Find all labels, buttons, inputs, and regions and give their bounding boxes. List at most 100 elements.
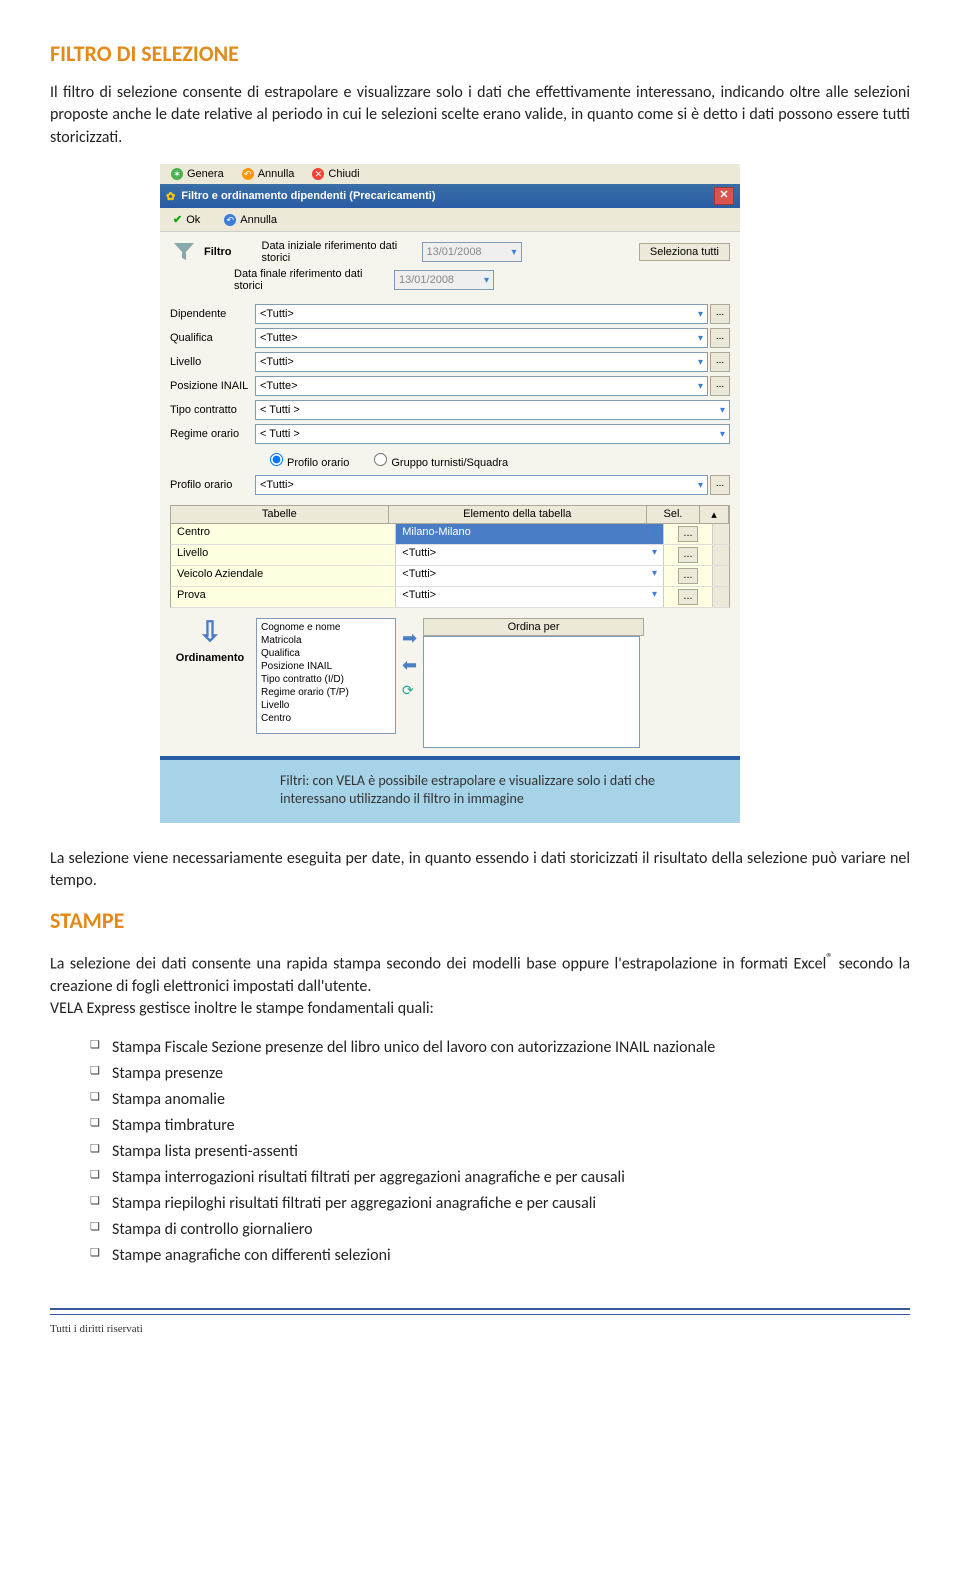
cell-scroll	[713, 587, 729, 607]
arrow-left-icon[interactable]: ➡	[402, 655, 417, 676]
table-row: CentroMilano-Milano▾...	[170, 524, 730, 545]
radio-profilo[interactable]: Profilo orario	[265, 450, 349, 469]
table-row: Livello<Tutti>▾...	[170, 545, 730, 566]
top-toolbar: ✶ Genera ↶Annulla ✕Chiudi	[160, 164, 740, 184]
chevron-down-icon: ▾	[652, 589, 657, 605]
cell-scroll	[713, 524, 729, 544]
lookup-button[interactable]: ...	[710, 304, 730, 324]
figure-caption: Filtri: con VELA è possibile estrapolare…	[160, 760, 740, 812]
undo-icon: ↶	[224, 214, 236, 226]
cell-elemento[interactable]: <Tutti>▾	[396, 587, 664, 607]
filter-row: Dipendente<Tutti>▾...	[170, 304, 730, 324]
annulla-top-button[interactable]: ↶Annulla	[235, 166, 302, 182]
filter-combo[interactable]: <Tutti>▾	[255, 304, 708, 324]
radio-gruppo[interactable]: Gruppo turnisti/Squadra	[369, 450, 508, 469]
check-icon: ✔	[173, 213, 182, 226]
table-header: Tabelle Elemento della tabella Sel. ▴	[170, 505, 730, 524]
ordinamento-label: Ordinamento	[170, 652, 250, 664]
annulla-sub-button[interactable]: ↶ Annulla	[217, 212, 284, 228]
window-titlebar: ✿ Filtro e ordinamento dipendenti (Preca…	[160, 184, 740, 208]
cell-elemento[interactable]: Milano-Milano▾	[396, 524, 664, 544]
cell-elemento[interactable]: <Tutti>▾	[396, 545, 664, 565]
footer-rule	[50, 1308, 910, 1315]
filter-label: Regime orario	[170, 428, 255, 440]
filter-combo[interactable]: <Tutti>▾	[255, 352, 708, 372]
order-move-buttons: ➡ ➡ ⟳	[402, 618, 417, 699]
stampe-list: Stampa Fiscale Sezione presenze del libr…	[50, 1036, 910, 1268]
ordina-per-list[interactable]	[423, 636, 640, 748]
filter-combo[interactable]: <Tutte>▾	[255, 328, 708, 348]
filter-combo[interactable]: < Tutti >▾	[255, 424, 730, 444]
cell-tabella: Centro	[171, 524, 396, 544]
cell-sel[interactable]: ...	[664, 545, 713, 565]
intro-paragraph: Il filtro di selezione consente di estra…	[50, 82, 910, 149]
filter-label: Tipo contratto	[170, 404, 255, 416]
cell-tabella: Prova	[171, 587, 396, 607]
order-field-item[interactable]: Tipo contratto (I/D)	[261, 673, 391, 686]
lookup-button[interactable]: ...	[710, 376, 730, 396]
order-field-item[interactable]: Livello	[261, 699, 391, 712]
lookup-button[interactable]: ...	[710, 352, 730, 372]
titlebar-icon: ✿	[166, 190, 175, 203]
cell-sel[interactable]: ...	[664, 566, 713, 586]
radio-group: Profilo orario Gruppo turnisti/Squadra	[265, 450, 730, 469]
order-field-item[interactable]: Matricola	[261, 634, 391, 647]
arrow-right-icon[interactable]: ➡	[402, 628, 417, 649]
filter-row: Posizione INAIL<Tutte>▾...	[170, 376, 730, 396]
chevron-down-icon: ▾	[698, 309, 703, 320]
genera-label: Genera	[187, 168, 224, 180]
footer-text: Tutti i diritti riservati	[50, 1323, 910, 1335]
order-field-item[interactable]: Regime orario (T/P)	[261, 686, 391, 699]
cell-sel[interactable]: ...	[664, 587, 713, 607]
ok-button[interactable]: ✔ Ok	[166, 211, 207, 228]
sort-arrow-icon: ⇩	[195, 618, 225, 648]
funnel-icon	[170, 240, 198, 264]
tables-grid: Tabelle Elemento della tabella Sel. ▴ Ce…	[170, 505, 730, 608]
filter-combo[interactable]: <Tutte>▾	[255, 376, 708, 396]
chevron-down-icon: ▾	[484, 275, 489, 286]
order-field-item[interactable]: Centro	[261, 712, 391, 725]
chevron-down-icon: ▾	[652, 547, 657, 563]
table-row: Veicolo Aziendale<Tutti>▾...	[170, 566, 730, 587]
list-item: Stampe anagrafiche con differenti selezi…	[90, 1244, 910, 1268]
genera-button[interactable]: ✶ Genera	[164, 166, 231, 182]
cell-elemento[interactable]: <Tutti>▾	[396, 566, 664, 586]
filtro-label: Filtro	[204, 246, 232, 258]
profilo-dots[interactable]: ...	[710, 475, 730, 495]
filter-label: Posizione INAIL	[170, 380, 255, 392]
window-close-button[interactable]: ✕	[714, 187, 734, 205]
order-fields-list[interactable]: Cognome e nomeMatricolaQualificaPosizion…	[256, 618, 396, 734]
order-field-item[interactable]: Qualifica	[261, 647, 391, 660]
chevron-down-icon: ▾	[720, 429, 725, 440]
list-item: Stampa lista presenti-assenti	[90, 1140, 910, 1164]
profilo-field[interactable]: <Tutti>▾	[255, 475, 708, 495]
filter-row: Tipo contratto< Tutti >▾	[170, 400, 730, 420]
list-item: Stampa anomalie	[90, 1088, 910, 1112]
order-field-item[interactable]: Posizione INAIL	[261, 660, 391, 673]
ordina-per-header: Ordina per	[423, 618, 644, 636]
th-tabelle: Tabelle	[171, 506, 389, 523]
screenshot-figure: ✶Genera ↶Annulla ✕Chiudi ✿ Filtro e ordi…	[160, 164, 740, 822]
cell-tabella: Livello	[171, 545, 396, 565]
genera-icon: ✶	[171, 168, 183, 180]
order-field-item[interactable]: Cognome e nome	[261, 621, 391, 634]
th-elemento: Elemento della tabella	[389, 506, 647, 523]
cell-tabella: Veicolo Aziendale	[171, 566, 396, 586]
ordering-area: ⇩ Ordinamento Cognome e nomeMatricolaQua…	[170, 618, 730, 748]
annulla-sub-label: Annulla	[240, 214, 277, 226]
chevron-down-icon: ▾	[698, 480, 703, 491]
select-all-button[interactable]: Seleziona tutti	[639, 243, 730, 261]
date2-label: Data finale riferimento dati storici	[234, 268, 394, 292]
refresh-icon[interactable]: ⟳	[402, 682, 417, 699]
filter-combo[interactable]: < Tutti >▾	[255, 400, 730, 420]
table-row: Prova<Tutti>▾...	[170, 587, 730, 608]
filter-row: Livello<Tutti>▾...	[170, 352, 730, 372]
cell-sel[interactable]: ...	[664, 524, 713, 544]
annulla-top-label: Annulla	[258, 168, 295, 180]
lookup-button[interactable]: ...	[710, 328, 730, 348]
heading-filtro: FILTRO DI SELEZIONE	[50, 40, 910, 67]
filter-label: Livello	[170, 356, 255, 368]
chiudi-button[interactable]: ✕Chiudi	[305, 166, 366, 182]
filter-panel: Filtro Data iniziale riferimento dati st…	[160, 232, 740, 756]
ok-label: Ok	[186, 214, 200, 226]
